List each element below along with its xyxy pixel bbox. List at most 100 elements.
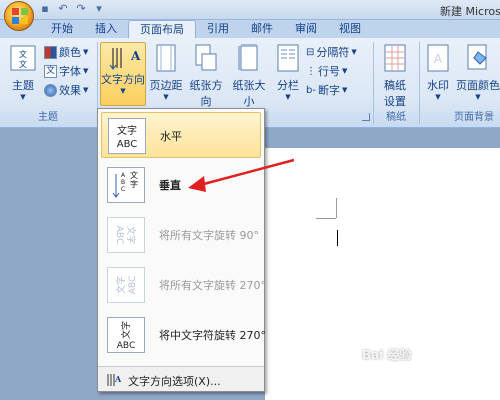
crop-mark	[316, 218, 336, 219]
office-button[interactable]	[4, 1, 34, 31]
columns-label: 分栏	[277, 79, 299, 92]
orientation-label: 纸张方向	[189, 79, 223, 108]
margins-label: 页边距	[149, 79, 183, 92]
columns-icon	[277, 44, 299, 72]
page-color-icon	[467, 44, 487, 70]
icon-char: C	[121, 186, 125, 193]
tab-view[interactable]: 视图	[328, 20, 372, 38]
chevron-down-icon: ▼	[83, 67, 89, 75]
watermark-logo: Bai 经验	[362, 348, 412, 362]
tab-mailings[interactable]: 邮件	[240, 20, 284, 38]
qat-dropdown-icon[interactable]: ▾	[92, 2, 106, 16]
breaks-icon: ⊟	[306, 46, 315, 58]
breaks-button[interactable]: ⊟ 分隔符 ▼	[306, 44, 357, 60]
hyphenation-label: 断字	[317, 84, 340, 97]
chevron-down-icon: ▼	[342, 67, 348, 75]
title-bar: ▪ ↶ ↷ ▾ 新建 Microso	[0, 0, 500, 20]
margins-icon	[156, 44, 176, 72]
line-numbers-icon: ⋮	[306, 65, 316, 77]
theme-colors-label: 颜色	[59, 46, 81, 59]
columns-button[interactable]: 分栏 ▼	[272, 44, 304, 101]
crop-mark	[336, 198, 337, 218]
watermark-icon: A	[427, 44, 449, 72]
document-title: 新建 Microso	[440, 5, 500, 18]
icon-char: 文	[130, 170, 138, 180]
undo-icon[interactable]: ↶	[56, 2, 70, 16]
icon-text-line-2: ABC	[117, 139, 138, 150]
menu-item-label: 水平	[160, 130, 182, 143]
orientation-button[interactable]: 纸张方向 ▼	[186, 44, 226, 117]
rotate-270-text-icon: 文字 ABC	[107, 267, 145, 303]
svg-text:文: 文	[19, 49, 27, 59]
watermark-url: jingyan.baidu.com	[386, 370, 460, 379]
theme-fonts-label: 字体	[59, 65, 81, 78]
icon-char: 字	[130, 179, 138, 189]
svg-text:A: A	[434, 52, 443, 66]
page-setup-launcher-icon[interactable]	[362, 113, 370, 121]
text-direction-options-label: 文字方向选项(X)...	[128, 375, 221, 388]
menu-item-label: 将所有文字旋转 90°	[159, 229, 259, 242]
rotate-asian-text-icon: 文字 ABC	[107, 317, 145, 353]
svg-text:文: 文	[19, 59, 27, 69]
chevron-down-icon: ▼	[341, 86, 348, 94]
menu-item-rotate-270: 文字 ABC 将所有文字旋转 270°	[101, 262, 266, 308]
text-direction-label: 文字方向	[101, 73, 145, 86]
menu-item-vertical[interactable]: 文 字 A B C 垂直	[101, 162, 261, 208]
page-size-icon	[238, 43, 258, 71]
icon-text-line-1: 文字	[115, 276, 127, 294]
size-button[interactable]: 纸张大小 ▼	[228, 43, 270, 117]
text-direction-menu: 文字 ABC 水平 文 字 A B C 垂直 文字 ABC 将所有文字旋转 90…	[97, 108, 266, 392]
group-label-themes: 主题	[38, 112, 58, 123]
line-numbers-button[interactable]: ⋮ 行号 ▼	[306, 63, 347, 79]
theme-effects-label: 效果	[59, 84, 81, 97]
icon-text-line-1: 文字	[125, 226, 137, 244]
text-direction-options[interactable]: A 文字方向选项(X)...	[98, 366, 264, 391]
save-icon[interactable]: ▪	[38, 2, 52, 16]
menu-item-label: 将所有文字旋转 270°	[159, 279, 266, 292]
vertical-text-icon: 文 字 A B C	[107, 167, 145, 203]
theme-colors-button[interactable]: 颜色 ▼	[44, 44, 88, 60]
icon-text-line-2: ABC	[117, 341, 135, 351]
chevron-down-icon: ▼	[435, 93, 441, 101]
effects-icon	[44, 83, 57, 97]
margins-button[interactable]: 页边距 ▼	[148, 44, 184, 101]
text-direction-icon: A	[109, 48, 141, 70]
rotate-90-text-icon: 文字 ABC	[107, 217, 145, 253]
tab-home[interactable]: 开始	[40, 20, 84, 38]
tab-insert[interactable]: 插入	[84, 20, 128, 38]
font-icon: 文	[44, 64, 57, 78]
menu-item-horizontal[interactable]: 文字 ABC 水平	[101, 112, 261, 158]
icon-char: A	[121, 172, 126, 179]
tab-page-layout[interactable]: 页面布局	[128, 20, 196, 38]
watermark-label: 水印	[427, 79, 449, 92]
chevron-down-icon: ▼	[83, 48, 89, 56]
tab-review[interactable]: 审阅	[284, 20, 328, 38]
page-color-button[interactable]: 页面颜色 ▼	[456, 44, 500, 101]
icon-text-line-2: ABC	[114, 226, 124, 244]
watermark-button[interactable]: A 水印 ▼	[422, 44, 454, 101]
svg-text:A: A	[130, 49, 141, 63]
chevron-down-icon: ▼	[475, 93, 481, 101]
menu-item-rotate-asian-270[interactable]: 文字 ABC 将中文字符旋转 270°	[101, 312, 266, 358]
tab-references[interactable]: 引用	[196, 20, 240, 38]
themes-button[interactable]: 文 文 主题 ▼	[6, 44, 40, 101]
group-separator	[419, 42, 420, 124]
theme-effects-button[interactable]: 效果 ▼	[44, 82, 88, 98]
menu-item-rotate-90: 文字 ABC 将所有文字旋转 90°	[101, 212, 261, 258]
redo-icon[interactable]: ↷	[74, 2, 88, 16]
draft-paper-button[interactable]: 稿纸 设置	[378, 44, 412, 109]
ribbon-tabs: 开始 插入 页面布局 引用 邮件 审阅 视图	[40, 20, 372, 38]
page-color-label: 页面颜色	[456, 79, 500, 92]
chevron-down-icon: ▼	[285, 93, 291, 101]
chevron-down-icon: ▼	[163, 93, 169, 101]
text-direction-button[interactable]: A 文字方向 ▼	[100, 42, 146, 106]
icon-char: B	[121, 179, 125, 186]
hyphenation-button[interactable]: b‑ 断字 ▼	[306, 82, 347, 98]
theme-fonts-button[interactable]: 文 字体 ▼	[44, 63, 88, 79]
chevron-down-icon: ▼	[20, 93, 26, 101]
breaks-label: 分隔符	[316, 46, 350, 59]
draft-paper-icon	[384, 44, 406, 72]
line-numbers-label: 行号	[318, 65, 340, 78]
text-direction-options-icon: A	[107, 374, 121, 386]
icon-text-line-2: ABC	[128, 276, 138, 294]
